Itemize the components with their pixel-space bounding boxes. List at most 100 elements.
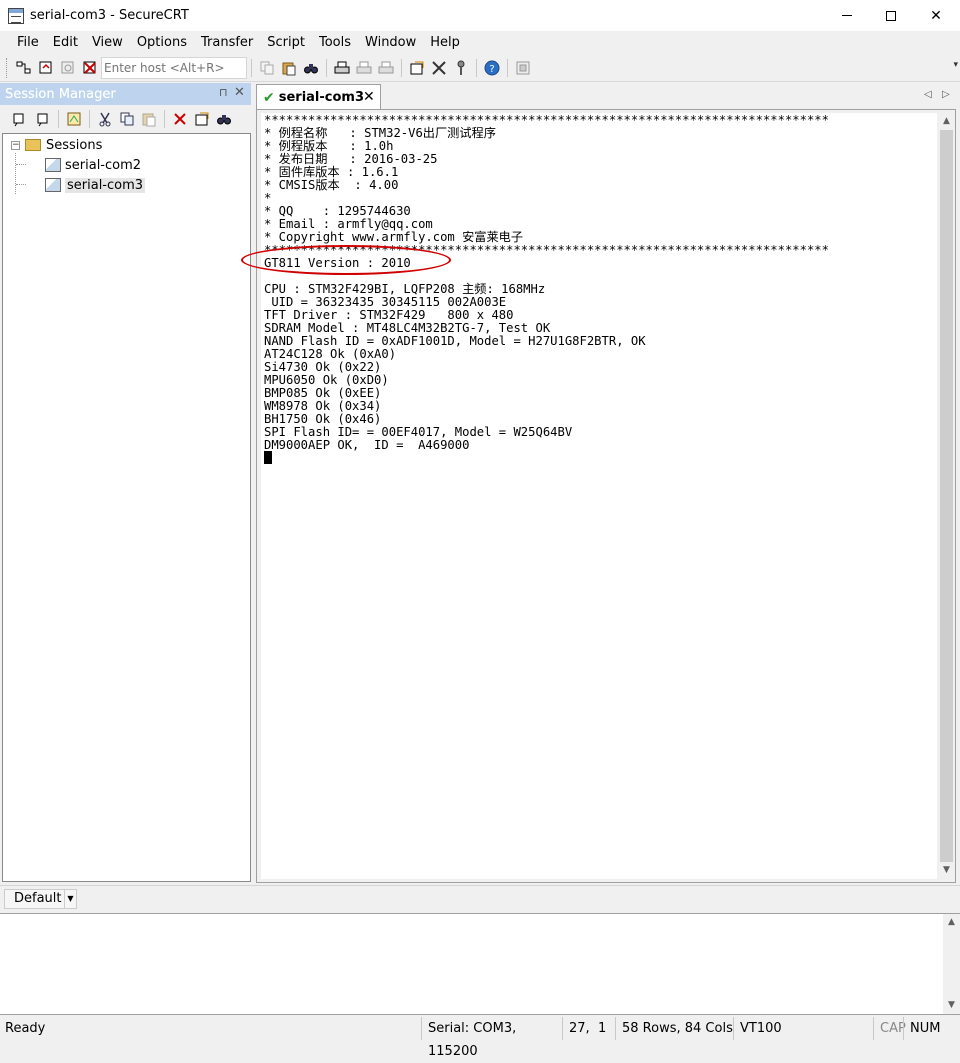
tab-prev-icon[interactable]: ◁ [924,89,932,100]
status-cap: CAP [873,1017,906,1040]
tree-item-serial-com3[interactable]: serial-com3 [45,176,146,194]
command-window-bar: Default ▼ [0,885,960,911]
session-manager-header: Session Manager ⊓ ✕ [0,83,251,105]
terminal-line: DM9000AEP OK, ID = A469000 [264,438,470,452]
status-row: 27, [562,1017,592,1040]
quick-connect-icon[interactable] [35,57,57,79]
command-window[interactable]: ▲ ▼ [0,913,960,1015]
session-icon [45,178,61,192]
status-col: 1 [598,1021,607,1036]
enter-host-input[interactable] [101,56,247,79]
scroll-down-icon[interactable]: ▼ [943,997,960,1014]
paste-icon[interactable] [278,57,300,79]
menu-tools[interactable]: Tools [312,35,358,50]
toolbar-separator [507,58,508,77]
copy-session-icon[interactable] [116,108,138,130]
paste-session-icon[interactable] [138,108,160,130]
menu-script[interactable]: Script [260,35,312,50]
terminal-frame: ****************************************… [256,109,956,883]
tab-next-icon[interactable]: ▷ [942,89,950,100]
scrollbar-thumb[interactable] [940,130,953,862]
terminal-line: * CMSIS版本 : 4.00 [264,178,399,192]
scroll-up-icon[interactable]: ▲ [938,113,955,130]
securecrt-app-icon[interactable] [8,7,24,24]
tree-item-sessions[interactable]: − Sessions [11,136,102,154]
close-button[interactable]: ✕ [913,0,959,31]
toolbar-overflow-icon[interactable]: ▾ [953,60,958,70]
toolbar-separator [401,58,402,77]
print-setup-icon[interactable] [353,57,375,79]
window-title: serial-com3 - SecureCRT [30,8,189,23]
tab-serial-com3[interactable]: ✔ serial-com3 ✕ [256,84,381,110]
menu-edit[interactable]: Edit [46,35,85,50]
menu-window[interactable]: Window [358,35,423,50]
find-session-icon[interactable] [213,108,235,130]
connect-icon[interactable] [10,108,32,130]
maximize-button[interactable] [868,0,914,31]
toolbar-separator [326,58,327,77]
command-window-scrollbar[interactable]: ▲ ▼ [943,914,960,1014]
status-ready: Ready [5,1021,46,1036]
close-icon: ✕ [930,7,942,24]
menu-options[interactable]: Options [130,35,194,50]
menu-view[interactable]: View [85,35,130,50]
toolbar-grip[interactable] [6,57,9,78]
chevron-down-icon[interactable]: ▼ [64,890,76,908]
collapse-icon[interactable]: − [11,140,20,150]
send-to-session-select[interactable]: Default ▼ [4,889,77,909]
session-manager-close-icon[interactable]: ✕ [234,85,245,100]
connected-check-icon: ✔ [263,89,275,106]
securecrt-window: serial-com3 - SecureCRT ✕ File Edit View… [0,0,960,1059]
reconnect-icon[interactable] [57,57,79,79]
tab-label: serial-com3 [278,90,365,105]
disconnect-icon[interactable] [79,57,101,79]
menu-help[interactable]: Help [423,35,467,50]
main-toolbar: ? ▾ [0,54,960,82]
toolbar-separator [89,110,90,128]
connect-in-tab-icon[interactable] [32,108,54,130]
connect-icon[interactable] [13,57,35,79]
copy-icon[interactable] [256,57,278,79]
menu-transfer[interactable]: Transfer [194,35,260,50]
tree-item-label: serial-com3 [65,177,146,193]
toolbar-separator [164,110,165,128]
toolbar-separator [251,58,252,77]
tree-item-serial-com2[interactable]: serial-com2 [45,156,141,174]
terminal-scrollbar[interactable]: ▲ ▼ [938,113,955,879]
session-options-icon[interactable] [406,57,428,79]
toolbar-separator [476,58,477,77]
find-icon[interactable] [300,57,322,79]
session-manager-title: Session Manager [5,86,116,102]
status-bar: Ready Serial: COM3, 115200 27, 1 58 Rows… [0,1017,960,1059]
menu-bar: File Edit View Options Transfer Script T… [0,31,960,53]
help-icon[interactable]: ? [481,57,503,79]
status-emulation: VT100 [733,1017,873,1040]
folder-icon [25,139,41,151]
print-icon[interactable] [331,57,353,79]
new-session-icon[interactable] [63,108,85,130]
scroll-down-icon[interactable]: ▼ [938,862,955,879]
terminal-screen[interactable]: ****************************************… [261,113,937,879]
properties-icon[interactable] [191,108,213,130]
cut-icon[interactable] [94,108,116,130]
tab-close-icon[interactable]: ✕ [363,89,375,105]
menu-file[interactable]: File [10,35,46,50]
scroll-up-icon[interactable]: ▲ [943,914,960,931]
keymap-icon[interactable] [512,57,534,79]
pin-icon[interactable]: ⊓ [219,86,228,99]
print-selection-icon[interactable] [375,57,397,79]
maximize-icon [886,10,896,21]
session-manager-toolbar [0,106,251,132]
tree-item-label: serial-com2 [65,157,142,173]
tree-line [16,164,26,165]
key-icon[interactable] [450,57,472,79]
delete-icon[interactable] [169,108,191,130]
global-options-icon[interactable] [428,57,450,79]
terminal-output: ****************************************… [264,114,829,452]
svg-text:?: ? [489,64,494,75]
status-size: 58 Rows, 84 Cols [615,1017,733,1040]
minimize-button[interactable] [824,0,870,31]
title-bar: serial-com3 - SecureCRT ✕ [0,0,960,31]
status-num: NUM [903,1017,960,1040]
toolbar-separator [58,110,59,128]
